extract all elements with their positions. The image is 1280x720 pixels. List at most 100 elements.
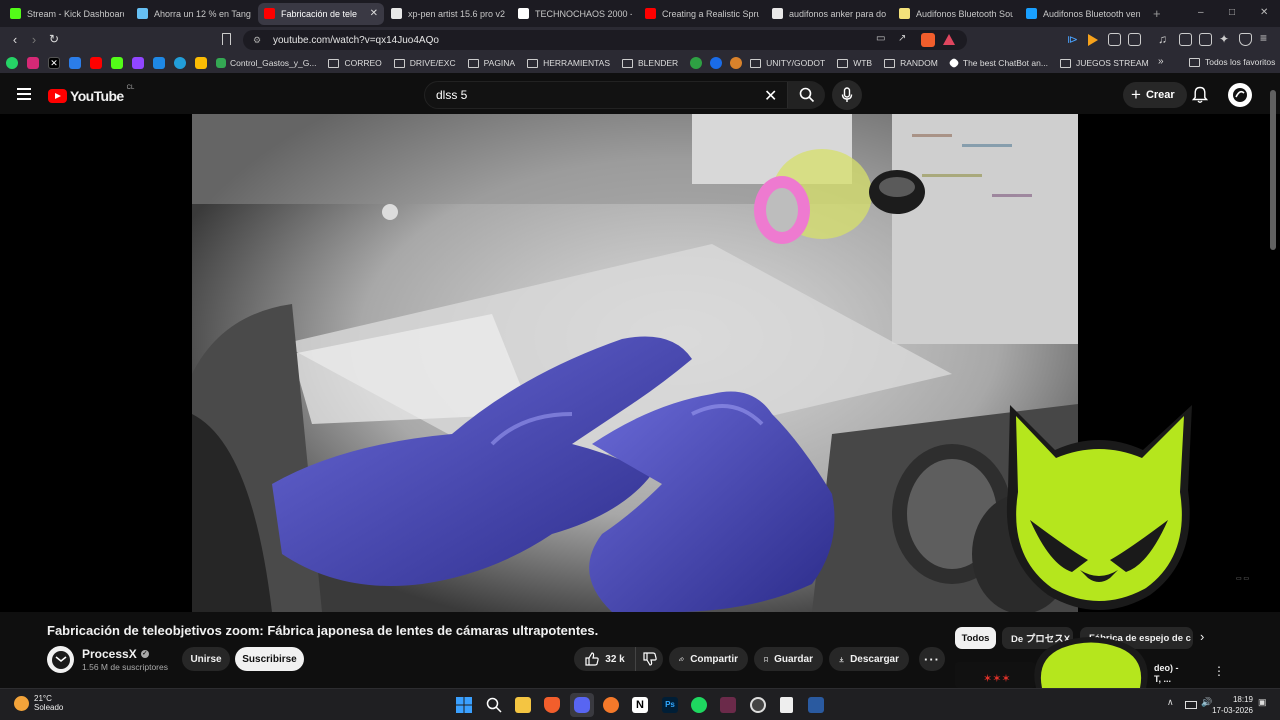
browser-tab[interactable]: xp-pen artist 15.6 pro v2 — [385, 3, 511, 25]
all-bookmarks[interactable]: Todos los favoritos — [1189, 57, 1275, 67]
app-icon[interactable] — [808, 697, 824, 713]
bookmark-item[interactable]: The best ChatBot an... — [948, 57, 1048, 69]
telegram-icon[interactable] — [174, 57, 186, 69]
notifications-button[interactable] — [1191, 86, 1209, 109]
wallet-icon[interactable] — [1199, 33, 1212, 46]
spotify-icon[interactable] — [691, 697, 707, 713]
voice-search-button[interactable] — [832, 80, 862, 110]
clear-search-icon[interactable]: ✕ — [764, 86, 777, 106]
media-icon[interactable]: ♫ — [1158, 32, 1171, 46]
site-info-icon[interactable]: ⚙ — [253, 35, 265, 46]
bookmark-item[interactable]: RANDOM — [884, 58, 938, 68]
start-button[interactable] — [456, 697, 472, 713]
youtube-logo[interactable]: YouTube CL — [48, 85, 134, 104]
weather-widget[interactable]: 21°C Soleado — [14, 694, 63, 712]
green-app-icon[interactable] — [690, 57, 703, 69]
youtube-bookmark-icon[interactable] — [90, 57, 102, 69]
blender-icon[interactable] — [603, 697, 619, 713]
behance-icon[interactable] — [710, 57, 723, 69]
bookmark-item[interactable]: UNITY/GODOT — [750, 58, 825, 68]
video-frame[interactable] — [192, 114, 1078, 612]
browser-tab[interactable]: audifonos anker para dor — [766, 3, 892, 25]
bookmark-item[interactable]: BLENDER — [622, 58, 678, 68]
dislike-button[interactable] — [635, 647, 663, 671]
cast-icon[interactable]: ▭ — [876, 33, 885, 44]
minimize-icon[interactable]: – — [1198, 7, 1204, 18]
new-tab-icon[interactable]: + — [1153, 6, 1161, 21]
extensions-icon[interactable] — [1108, 33, 1121, 46]
twitch-icon[interactable] — [132, 57, 144, 69]
video-player[interactable]: ▭ ▭ — [0, 114, 1280, 612]
save-button[interactable]: Guardar — [754, 647, 823, 671]
whatsapp-icon[interactable] — [6, 57, 18, 69]
extension-audio-icon[interactable]: ⧐ — [1067, 33, 1080, 46]
bookmarks-overflow-icon[interactable]: » — [1158, 56, 1164, 67]
sheets-icon[interactable] — [195, 57, 207, 69]
screenshot-icon[interactable] — [1128, 33, 1141, 46]
browser-tab[interactable]: Creating a Realistic Spruc — [639, 3, 765, 25]
recommended-title[interactable]: deo) - T, ... — [1154, 663, 1179, 685]
leo-ai-icon[interactable]: ✦ — [1219, 32, 1232, 46]
bookmark-item[interactable]: PAGINA — [467, 58, 515, 68]
chip-all[interactable]: Todos — [955, 627, 996, 649]
brave-rewards-icon[interactable] — [943, 34, 955, 45]
sidebar-icon[interactable] — [1179, 33, 1192, 46]
page-scrollbar[interactable] — [1270, 90, 1276, 250]
chevron-right-icon[interactable]: › — [1200, 629, 1204, 644]
bookmark-item[interactable]: DRIVE/EXC — [393, 58, 456, 68]
create-button[interactable]: + Crear — [1123, 82, 1187, 108]
forward-icon[interactable]: › — [23, 32, 45, 47]
file-explorer-icon[interactable] — [515, 697, 531, 713]
share-icon[interactable]: ↗ — [898, 33, 906, 44]
maximize-icon[interactable]: □ — [1229, 7, 1235, 18]
recommended-menu-icon[interactable]: ⋮ — [1213, 664, 1225, 678]
search-input[interactable] — [436, 88, 756, 102]
join-button[interactable]: Unirse — [182, 647, 230, 671]
download-button[interactable]: Descargar — [829, 647, 909, 671]
more-actions-button[interactable]: ··· — [919, 647, 945, 671]
bookmark-item[interactable]: HERRAMIENTAS — [527, 58, 610, 68]
channel-avatar[interactable] — [47, 646, 74, 673]
deviantart-icon[interactable] — [730, 57, 743, 69]
browser-tab[interactable]: Ahorra un 12 % en Tangy — [131, 3, 257, 25]
menu-icon[interactable]: ≡ — [1260, 31, 1273, 45]
address-bar[interactable]: ⚙ youtube.com/watch?v=qx14Juo4AQo ▭ ↗ — [243, 30, 967, 50]
tray-overflow-icon[interactable]: ∧ — [1167, 697, 1174, 708]
brave-shields-icon[interactable] — [921, 33, 935, 47]
close-window-icon[interactable]: ✕ — [1260, 7, 1268, 18]
taskbar-search-button[interactable] — [486, 697, 502, 713]
notion-icon[interactable]: N — [632, 697, 648, 713]
browser-tab[interactable]: Audifonos Bluetooth vent — [1020, 3, 1146, 25]
vtube-studio-icon[interactable] — [720, 697, 736, 713]
recommended-thumbnail[interactable]: ✶✶✶ — [955, 662, 1035, 688]
x-icon[interactable]: ✕ — [48, 57, 60, 69]
photoshop-icon[interactable]: Ps — [662, 697, 678, 713]
network-icon[interactable] — [1185, 701, 1197, 709]
vpn-shield-icon[interactable] — [1239, 33, 1252, 46]
browser-tab[interactable]: TECHNOCHAOS 2000 - G — [512, 3, 638, 25]
pen-icon[interactable] — [153, 57, 165, 69]
browser-tab[interactable]: Fabricación de tele ✕ — [258, 2, 384, 25]
notifications-tray-icon[interactable]: ▣ — [1258, 697, 1267, 708]
document-icon[interactable] — [780, 697, 793, 713]
extension-play-icon[interactable] — [1088, 34, 1098, 46]
bookmark-item[interactable]: CORREO — [328, 58, 382, 68]
account-avatar[interactable] — [1228, 83, 1252, 107]
subscribe-button[interactable]: Suscribirse — [235, 647, 304, 671]
instagram-icon[interactable] — [27, 57, 39, 69]
channel-name[interactable]: ProcessX ✓ — [82, 647, 149, 661]
bookmark-item[interactable]: Control_Gastos_y_G... — [216, 58, 316, 68]
bookmark-item[interactable]: JUEGOS STREAM — [1059, 58, 1149, 68]
browser-tab[interactable]: Stream - Kick Dashboard — [4, 3, 130, 25]
reload-icon[interactable]: ↻ — [43, 32, 65, 46]
search-button[interactable] — [787, 82, 825, 108]
mail-icon[interactable] — [69, 57, 81, 69]
taskbar-clock[interactable]: 18:19 17-03-2026 — [1209, 694, 1253, 716]
share-button[interactable]: Compartir — [669, 647, 748, 671]
bookmark-page-icon[interactable] — [222, 33, 231, 45]
brave-browser-icon[interactable] — [544, 697, 560, 713]
discord-button[interactable] — [570, 693, 594, 717]
kick-icon[interactable] — [111, 57, 123, 69]
obs-icon[interactable] — [750, 697, 766, 713]
browser-tab[interactable]: Audifonos Bluetooth Sou — [893, 3, 1019, 25]
